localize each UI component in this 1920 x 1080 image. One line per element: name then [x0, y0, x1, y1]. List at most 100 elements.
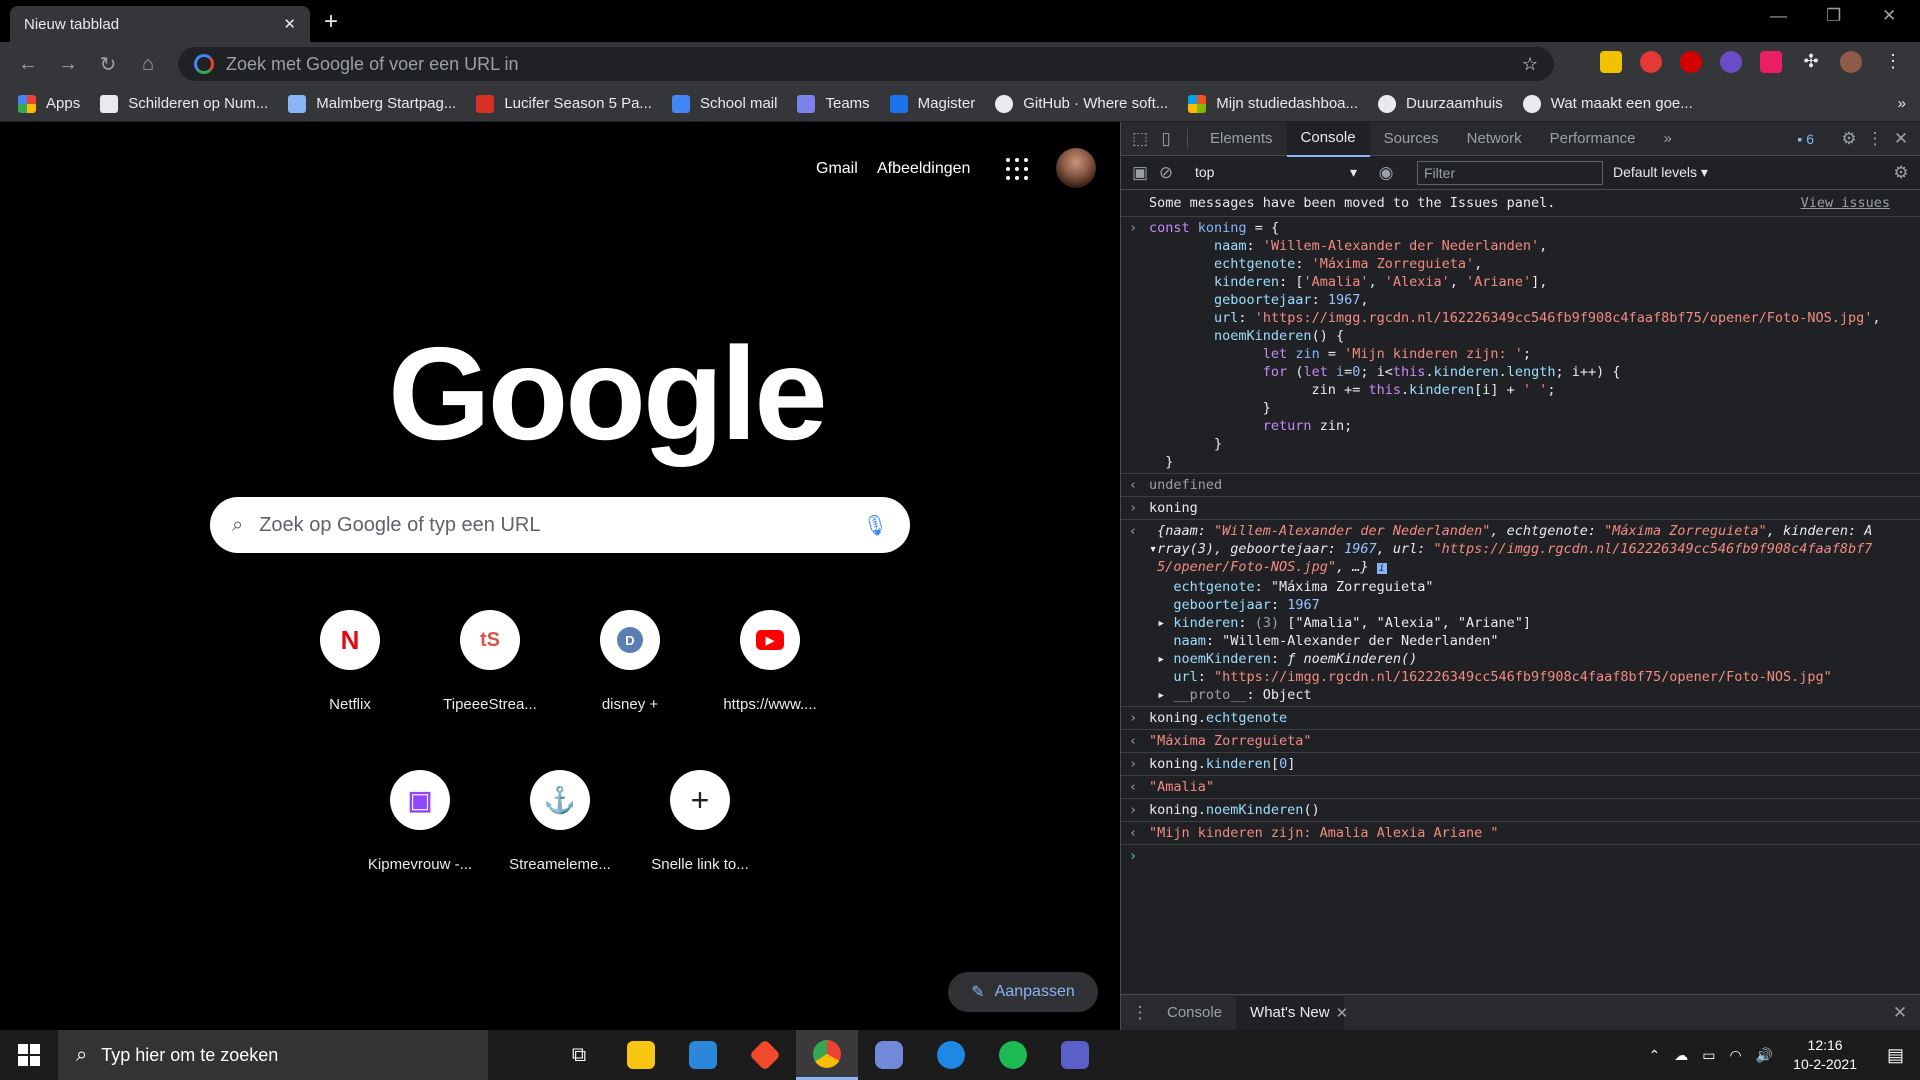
shortcut-add[interactable]: + Snelle link to...: [630, 770, 770, 873]
log-levels-dropdown[interactable]: Default levels ▾: [1613, 164, 1708, 181]
reload-icon[interactable]: ↻: [88, 52, 128, 77]
chevron-up-icon[interactable]: ⌃: [1649, 1047, 1661, 1064]
drawer-menu-icon[interactable]: ⋮: [1127, 1003, 1153, 1023]
omnibox[interactable]: Zoek met Google of voer een URL in ☆: [178, 47, 1554, 81]
notification-icon[interactable]: ▤: [1887, 1045, 1904, 1066]
bookmarks-overflow[interactable]: »: [1898, 95, 1906, 112]
omnibox-input[interactable]: Zoek met Google of voer een URL in: [226, 54, 1522, 75]
gmail-link[interactable]: Gmail: [816, 160, 858, 178]
shortcut-label: Kipmevrouw -...: [367, 856, 473, 873]
profile-avatar[interactable]: [1840, 51, 1862, 73]
filter-input[interactable]: Filter: [1417, 160, 1603, 185]
menu-icon[interactable]: ⋮: [1882, 51, 1904, 73]
restore-icon[interactable]: ❐: [1826, 6, 1841, 26]
onedrive-icon[interactable]: ☁: [1674, 1047, 1688, 1064]
bookmark-item[interactable]: GitHub · Where soft...: [995, 94, 1168, 113]
inspect-icon[interactable]: ⬚: [1127, 129, 1153, 149]
puzzle-icon[interactable]: ✣: [1800, 51, 1822, 73]
task-view-icon[interactable]: ⧉: [548, 1030, 610, 1080]
customize-button[interactable]: ✎ Aanpassen: [948, 972, 1098, 1012]
issues-badge[interactable]: ▪ 6: [1797, 131, 1814, 147]
adblock-icon[interactable]: [1680, 51, 1702, 73]
extension-icon[interactable]: [1760, 51, 1782, 73]
app-icon[interactable]: [920, 1030, 982, 1080]
tab-elements[interactable]: Elements: [1196, 122, 1287, 156]
mail-icon[interactable]: [672, 1030, 734, 1080]
context-selector[interactable]: top ▾: [1195, 164, 1365, 181]
close-icon[interactable]: ✕: [283, 15, 296, 33]
forward-icon[interactable]: →: [48, 53, 88, 76]
search-input[interactable]: Zoek op Google of typ een URL: [259, 514, 862, 537]
shortcut-tipeee[interactable]: tS TipeeeStrea...: [420, 610, 560, 713]
chrome-icon[interactable]: [796, 1030, 858, 1080]
shortcut-disney[interactable]: D disney +: [560, 610, 700, 713]
drawer-tab-whats-new[interactable]: What's New: [1236, 995, 1344, 1030]
tab-new-tab[interactable]: Nieuw tabblad ✕: [10, 6, 310, 42]
bookmark-star-icon[interactable]: ☆: [1522, 54, 1538, 75]
shortcut-label: disney +: [601, 696, 659, 713]
search-box[interactable]: ⌕ Zoek op Google of typ een URL 🎙: [210, 497, 910, 553]
clear-console-icon[interactable]: ⊘: [1153, 163, 1179, 183]
volume-icon[interactable]: 🔊: [1756, 1047, 1773, 1064]
avatar[interactable]: [1056, 148, 1096, 188]
bookmark-item[interactable]: Malmberg Startpag...: [288, 94, 457, 113]
sidebar-toggle-icon[interactable]: ▣: [1127, 163, 1153, 183]
issues-count: 6: [1806, 130, 1814, 147]
close-tab-icon[interactable]: ✕: [1336, 1004, 1349, 1022]
bookmark-item[interactable]: Apps: [18, 94, 80, 113]
microphone-icon[interactable]: 🎙: [863, 513, 888, 538]
app-icon[interactable]: [734, 1030, 796, 1080]
wifi-icon[interactable]: ◠: [1730, 1047, 1742, 1064]
file-explorer-icon[interactable]: [610, 1030, 672, 1080]
discord-icon[interactable]: [858, 1030, 920, 1080]
back-icon[interactable]: ←: [8, 53, 48, 76]
close-devtools-icon[interactable]: ✕: [1888, 129, 1914, 149]
tab-sources[interactable]: Sources: [1370, 122, 1453, 156]
view-issues-link[interactable]: View issues: [1801, 194, 1890, 212]
magister-icon: [889, 94, 908, 113]
teams-icon[interactable]: [1044, 1030, 1106, 1080]
more-tabs-icon[interactable]: »: [1650, 122, 1686, 156]
shortcut-netflix[interactable]: N Netflix: [280, 610, 420, 713]
bookmark-label: Malmberg Startpag...: [316, 95, 457, 112]
bookmark-item[interactable]: Lucifer Season 5 Pa...: [476, 94, 652, 113]
spotify-icon[interactable]: [982, 1030, 1044, 1080]
shortcut-streamelements[interactable]: ⚓ Streameleme...: [490, 770, 630, 873]
extension-icon[interactable]: [1720, 51, 1742, 73]
apps-grid-icon[interactable]: [1006, 158, 1028, 180]
taskbar-search[interactable]: ⌕ Typ hier om te zoeken: [58, 1030, 488, 1080]
shortcut-youtube[interactable]: ▶ https://www....: [700, 610, 840, 713]
tab-performance[interactable]: Performance: [1536, 122, 1650, 156]
windows-start-icon[interactable]: [0, 1030, 58, 1080]
console-prompt[interactable]: ›: [1121, 845, 1920, 869]
home-icon[interactable]: ⌂: [128, 53, 168, 76]
shortcut-twitch[interactable]: ▣ Kipmevrouw -...: [350, 770, 490, 873]
windows-taskbar: ⌕ Typ hier om te zoeken ⧉ ⌃ ☁ ▭ ◠ 🔊 12:1…: [0, 1030, 1920, 1080]
gear-icon[interactable]: ⚙: [1836, 129, 1862, 149]
eye-icon[interactable]: ◉: [1373, 163, 1399, 183]
close-drawer-icon[interactable]: ✕: [1887, 1003, 1913, 1023]
battery-icon[interactable]: ▭: [1702, 1047, 1715, 1064]
netflix-icon: N: [320, 610, 380, 670]
extension-icon[interactable]: [1600, 51, 1622, 73]
drawer-tab-console[interactable]: Console: [1153, 996, 1236, 1030]
device-toggle-icon[interactable]: ▯: [1153, 129, 1179, 149]
bookmark-item[interactable]: Teams: [797, 94, 870, 113]
window-close-icon[interactable]: ✕: [1882, 6, 1896, 26]
bookmark-item[interactable]: School mail: [671, 94, 777, 113]
tab-console[interactable]: Console: [1286, 120, 1370, 157]
minimize-icon[interactable]: —: [1770, 6, 1787, 26]
kebab-icon[interactable]: ⋮: [1862, 129, 1888, 149]
console-result-object[interactable]: ‹ {naam: "Willem-Alexander der Nederland…: [1121, 520, 1920, 707]
bookmark-item[interactable]: Duurzaamhuis: [1378, 94, 1503, 113]
bookmark-item[interactable]: Mijn studiedashboa...: [1188, 94, 1358, 113]
bookmark-item[interactable]: Wat maakt een goe...: [1522, 94, 1693, 113]
bookmark-item[interactable]: Magister: [889, 94, 975, 113]
tab-network[interactable]: Network: [1453, 122, 1536, 156]
images-link[interactable]: Afbeeldingen: [877, 160, 970, 178]
clock[interactable]: 12:16 10-2-2021: [1793, 1036, 1857, 1074]
plus-icon[interactable]: +: [324, 8, 338, 36]
bookmark-item[interactable]: Schilderen op Num...: [100, 94, 268, 113]
console-settings-icon[interactable]: ⚙: [1888, 163, 1914, 183]
extension-icon[interactable]: [1640, 51, 1662, 73]
